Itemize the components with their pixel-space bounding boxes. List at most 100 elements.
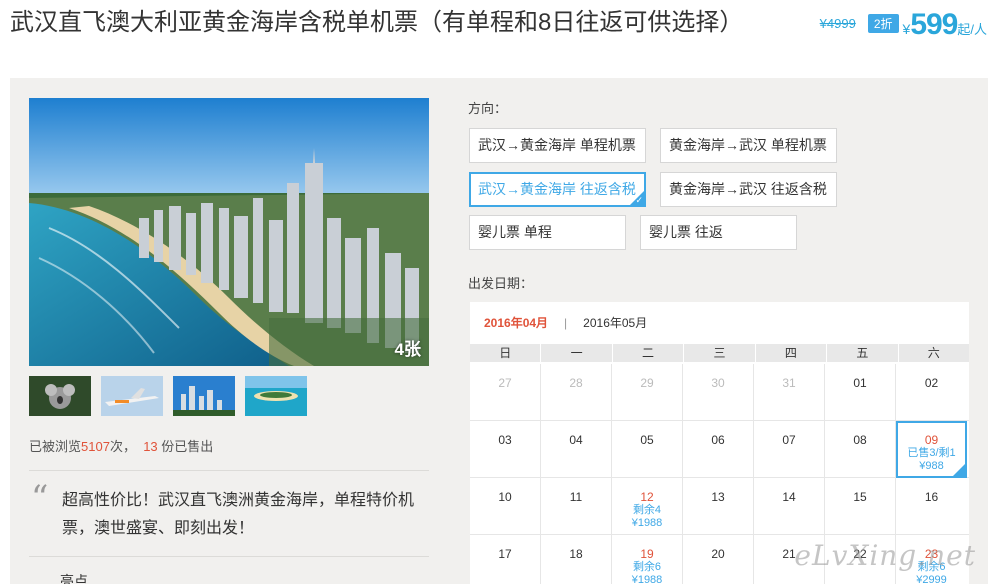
day-number: 31 [782, 376, 796, 390]
day-number: 10 [498, 490, 512, 504]
calendar-day: 31 [754, 364, 825, 421]
calendar-day: 28 [541, 364, 612, 421]
day-number: 05 [640, 433, 654, 447]
product-panel: 4张 已被浏览5107次， 13 份已售出 “ 超高性价比！武汉直飞澳洲黄金海岸… [10, 78, 988, 584]
calendar-day: 10 [470, 478, 541, 535]
day-number: 08 [853, 433, 867, 447]
calendar-day: 14 [754, 478, 825, 535]
calendar-day-selected[interactable]: 09 已售3/剩1 ¥988 [896, 421, 967, 478]
month-tabs: 2016年04月 | 2016年05月 [484, 314, 647, 331]
calendar-day: 04 [541, 421, 612, 478]
weekday-label: 六 [898, 344, 969, 362]
option-infant-oneway[interactable]: 婴儿票 单程 [469, 215, 626, 250]
seat-status: 剩余6 [632, 561, 662, 573]
day-number: 11 [569, 490, 583, 504]
weekday-label: 五 [827, 344, 898, 362]
calendar-day: 06 [683, 421, 754, 478]
day-number: 18 [569, 547, 583, 561]
day-number: 29 [640, 376, 654, 390]
day-number: 30 [711, 376, 725, 390]
day-price: ¥1988 [631, 517, 663, 529]
calendar-day: 01 [825, 364, 896, 421]
day-number: 15 [853, 490, 867, 504]
price-unit: 起/人 [957, 22, 987, 37]
sold-count: 13 [143, 439, 158, 454]
day-price: ¥2999 [916, 574, 947, 584]
description-text: 超高性价比！武汉直飞澳洲黄金海岸，单程特价机票，澳世盛宴、即刻出发！ [62, 492, 415, 537]
calendar-day: 27 [470, 364, 541, 421]
day-number: 02 [924, 376, 939, 390]
weekday-label: 日 [470, 344, 541, 362]
calendar-day: 05 [612, 421, 683, 478]
day-number: 06 [711, 433, 725, 447]
day-number: 09 [924, 433, 939, 447]
calendar-day: 18 [541, 535, 612, 584]
day-number: 07 [782, 433, 796, 447]
calendar-week-row: 10 11 12 剩余4 ¥1988 13 14 15 16 [470, 478, 969, 535]
weekday-label: 三 [684, 344, 755, 362]
currency-symbol: ¥ [902, 21, 911, 37]
day-number: 04 [569, 433, 583, 447]
photo-count: 4张 [394, 340, 421, 359]
thumbnail-koala[interactable] [29, 376, 91, 416]
island-image [245, 376, 307, 416]
tab-month-april[interactable]: 2016年04月 [484, 314, 548, 331]
quote-icon: “ [31, 478, 49, 518]
divider [29, 470, 429, 471]
seat-status: 已售3/剩1 [907, 447, 956, 459]
day-number: 28 [569, 376, 583, 390]
calendar-day: 07 [754, 421, 825, 478]
calendar-day[interactable]: 19 剩余6 ¥1988 [612, 535, 683, 584]
calendar-day: 15 [825, 478, 896, 535]
discount-badge: 2折 [867, 14, 899, 33]
day-number: 03 [498, 433, 512, 447]
calendar-day: 16 [896, 478, 967, 535]
option-infant-return[interactable]: 婴儿票 往返 [640, 215, 797, 250]
weekday-label: 四 [755, 344, 827, 362]
seat-status: 剩余4 [632, 504, 662, 516]
thumbnail-jetstar-plane[interactable] [101, 376, 163, 416]
calendar-day: 17 [470, 535, 541, 584]
day-number: 16 [924, 490, 939, 504]
watermark: eLvXing.net [794, 539, 976, 572]
thumbnail-strip [29, 376, 307, 416]
calendar-day: 13 [683, 478, 754, 535]
option-goldcoast-wuhan-return[interactable]: 黄金海岸→武汉 往返含税 [660, 172, 837, 207]
direction-label: 方向： [468, 101, 508, 116]
option-wuhan-goldcoast-return[interactable]: 武汉→黄金海岸 往返含税 ✓ [469, 172, 646, 207]
day-number: 20 [711, 547, 725, 561]
highlight-label: 亮点 [60, 573, 88, 584]
calendar-day: 03 [470, 421, 541, 478]
main-photo[interactable]: 4张 [29, 98, 429, 366]
check-icon: ✓ [635, 195, 643, 205]
calendar-week-row: 03 04 05 06 07 08 09 已售3/剩1 ¥988 [470, 421, 969, 478]
divider [29, 556, 429, 557]
calendar-day: 20 [683, 535, 754, 584]
weekday-header: 日一二三四五六 [470, 344, 969, 362]
thumbnail-city-skyline[interactable] [173, 376, 235, 416]
day-number: 17 [498, 547, 512, 561]
price-box: ¥4999 2折 ¥ 599 起/人 [820, 8, 987, 42]
day-number: 13 [711, 490, 725, 504]
thumbnail-beach-island[interactable] [245, 376, 307, 416]
weekday-label: 二 [612, 344, 684, 362]
view-sales-stats: 已被浏览5107次， 13 份已售出 [29, 439, 214, 454]
day-number: 12 [640, 490, 654, 504]
gold-coast-photo [29, 98, 429, 366]
option-goldcoast-wuhan-oneway[interactable]: 黄金海岸→武汉 单程机票 [660, 128, 837, 163]
calendar-week-row: 27 28 29 30 31 01 02 [470, 364, 969, 421]
day-number: 14 [782, 490, 796, 504]
calendar-day[interactable]: 12 剩余4 ¥1988 [612, 478, 683, 535]
day-number: 27 [498, 376, 512, 390]
day-number: 01 [853, 376, 867, 390]
view-count: 5107 [81, 439, 110, 454]
day-price: ¥1988 [631, 574, 663, 584]
tab-month-may[interactable]: 2016年05月 [583, 314, 647, 331]
plane-image [101, 376, 163, 416]
weekday-label: 一 [541, 344, 612, 362]
calendar-day: 02 [896, 364, 967, 421]
skyline-image [173, 376, 235, 416]
calendar-day: 08 [825, 421, 896, 478]
calendar-day: 30 [683, 364, 754, 421]
option-wuhan-goldcoast-oneway[interactable]: 武汉→黄金海岸 单程机票 [469, 128, 646, 163]
